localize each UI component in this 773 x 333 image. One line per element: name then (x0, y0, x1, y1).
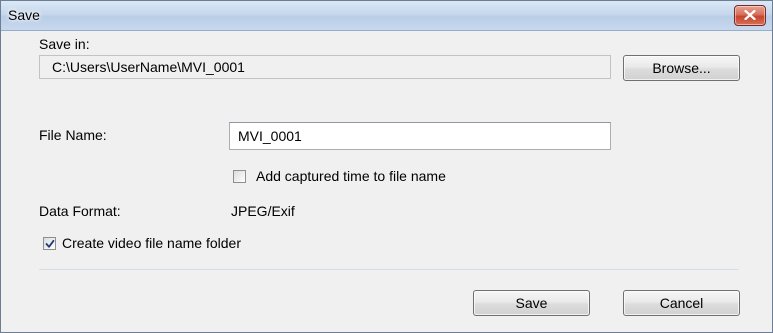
save-in-label: Save in: (39, 36, 90, 52)
browse-button[interactable]: Browse... (623, 55, 740, 81)
data-format-value: JPEG/Exif (231, 203, 295, 219)
video-folder-label[interactable]: Create video file name folder (62, 235, 241, 251)
close-button[interactable] (734, 5, 766, 26)
close-icon (744, 10, 756, 20)
file-name-label: File Name: (39, 127, 107, 143)
add-time-checkbox[interactable] (233, 170, 246, 183)
check-icon (45, 239, 55, 248)
save-button[interactable]: Save (473, 290, 590, 316)
add-time-label[interactable]: Add captured time to file name (256, 168, 446, 184)
save-dialog: Save Save in: C:\Users\UserName\MVI_0001… (0, 0, 773, 333)
cancel-button[interactable]: Cancel (623, 290, 740, 316)
file-name-input[interactable] (229, 122, 611, 150)
save-path-field: C:\Users\UserName\MVI_0001 (39, 55, 611, 79)
data-format-label: Data Format: (39, 203, 121, 219)
video-folder-checkbox[interactable] (43, 237, 56, 250)
dialog-title: Save (8, 7, 40, 23)
separator (39, 269, 739, 270)
title-bar[interactable]: Save (1, 1, 772, 31)
